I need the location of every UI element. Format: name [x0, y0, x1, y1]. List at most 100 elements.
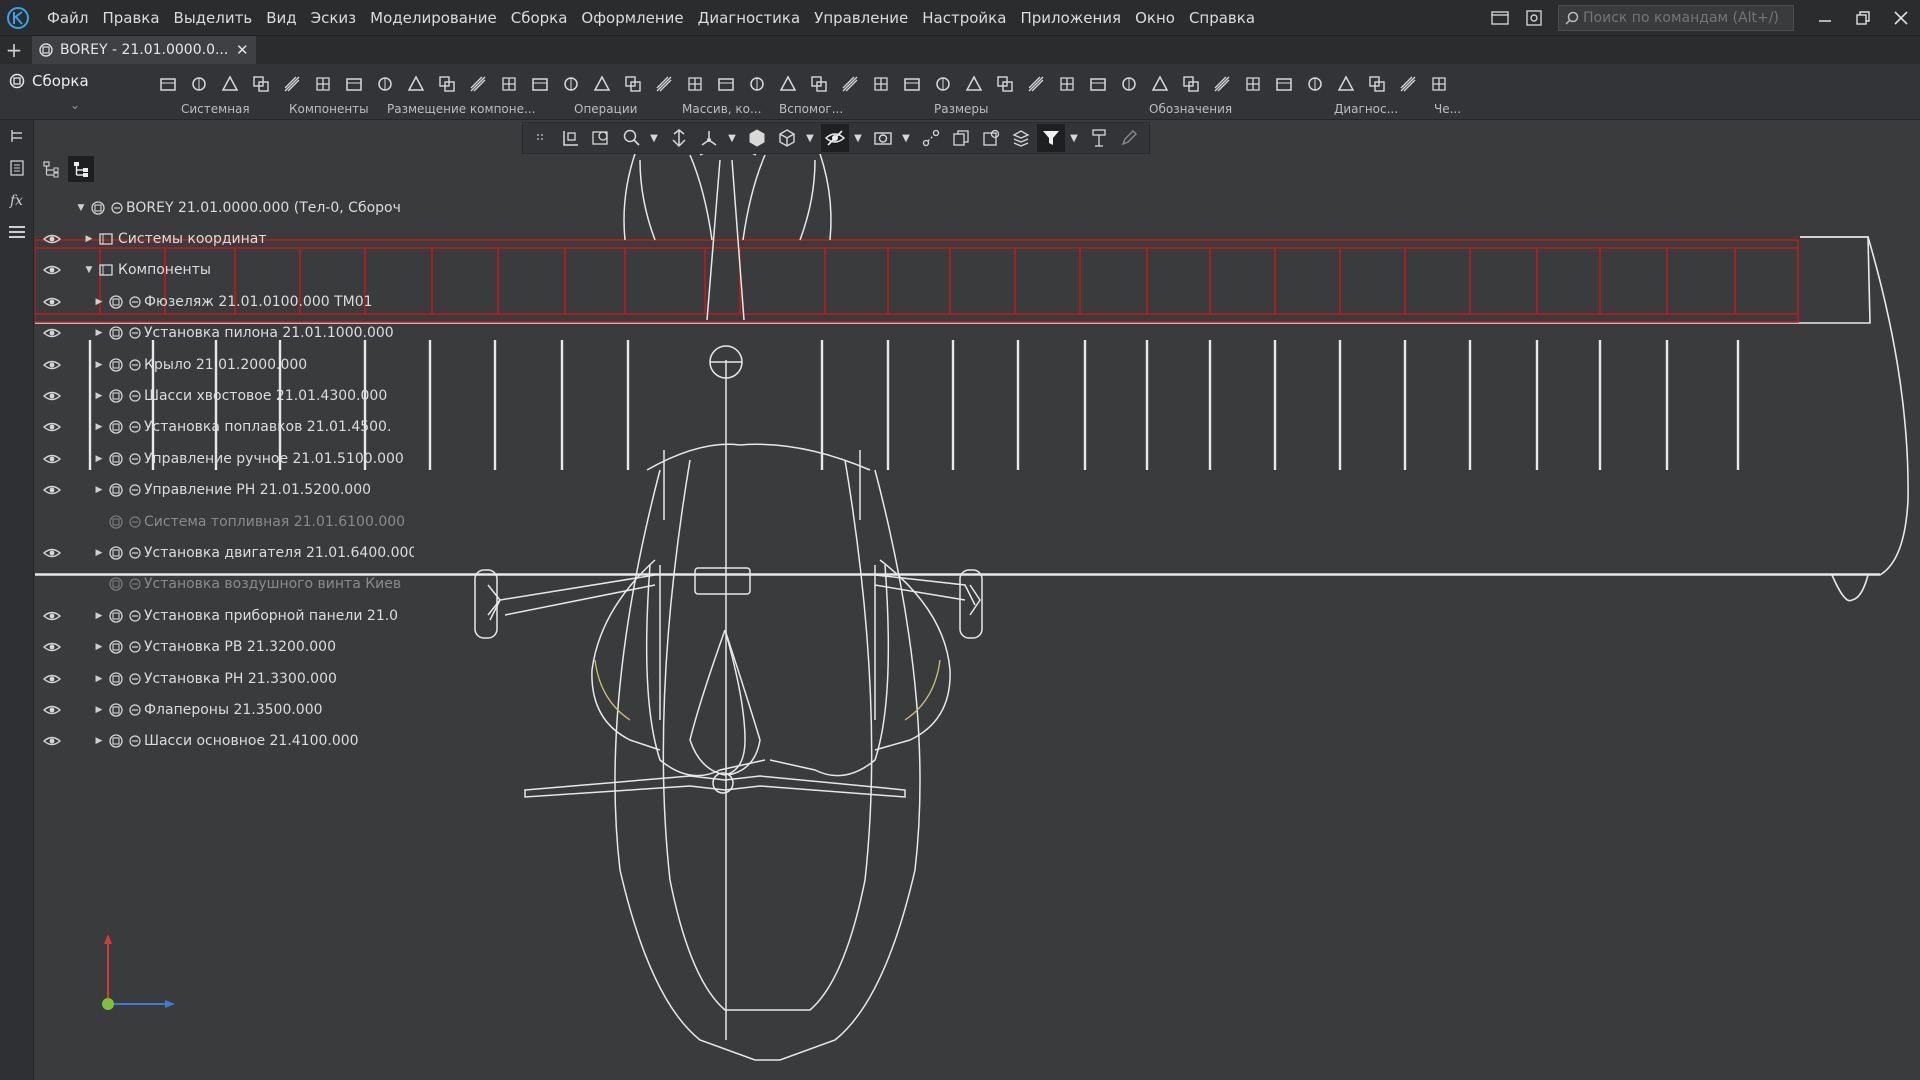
rotate-component-icon[interactable]	[464, 70, 492, 98]
undo-icon[interactable]	[216, 70, 244, 98]
visibility-eye-icon[interactable]	[42, 703, 62, 717]
collapse-arrow-icon[interactable]: ▼	[84, 265, 94, 275]
kompas-logo-icon[interactable]	[4, 4, 32, 32]
mass-properties-icon[interactable]	[1270, 70, 1298, 98]
tree-node[interactable]: Установка воздушного винта Киев	[38, 569, 418, 600]
model-tree-panel-icon[interactable]	[0, 120, 34, 152]
tree-node[interactable]: ▶ Управление ручное 21.01.5100.000	[38, 443, 418, 474]
check-icon[interactable]	[1208, 70, 1236, 98]
visibility-eye-icon[interactable]	[42, 263, 62, 277]
tree-node[interactable]: Система топливная 21.01.6100.000	[38, 506, 418, 537]
ribbon-group-label[interactable]: Компоненты	[289, 102, 369, 116]
add-component-icon[interactable]	[278, 70, 306, 98]
menu-item[interactable]: Окно	[1128, 0, 1182, 36]
sketch-icon[interactable]	[836, 70, 864, 98]
close-window-button[interactable]	[1882, 0, 1920, 36]
menu-item[interactable]: Сборка	[504, 0, 575, 36]
camera-dropdown-icon[interactable]: ▼	[899, 124, 913, 152]
menu-item[interactable]: Оформление	[574, 0, 690, 36]
visibility-eye-icon[interactable]	[42, 232, 62, 246]
datum-icon[interactable]	[1053, 70, 1081, 98]
spec-icon[interactable]	[1394, 70, 1422, 98]
tree-structure-tab-icon[interactable]	[38, 156, 64, 182]
bom-icon[interactable]	[1363, 70, 1391, 98]
visibility-eye-icon[interactable]	[42, 483, 62, 497]
radius-dimension-icon[interactable]	[929, 70, 957, 98]
extrude-icon[interactable]	[526, 70, 554, 98]
pattern-icon[interactable]	[650, 70, 678, 98]
mate-icon[interactable]	[402, 70, 430, 98]
hide-show-eye-icon[interactable]	[821, 124, 849, 152]
visibility-eye-icon[interactable]	[42, 609, 62, 623]
zoom-window-icon[interactable]	[587, 124, 615, 152]
shaded-display-icon[interactable]	[743, 124, 771, 152]
expand-arrow-icon[interactable]: ▶	[94, 391, 104, 401]
add-from-file-icon[interactable]	[309, 70, 337, 98]
visibility-eye-icon[interactable]	[42, 389, 62, 403]
interference-icon[interactable]	[1239, 70, 1267, 98]
fix-component-icon[interactable]	[495, 70, 523, 98]
camera-view-icon[interactable]	[869, 124, 897, 152]
pan-icon[interactable]	[665, 124, 693, 152]
command-search-box[interactable]	[1558, 5, 1794, 31]
menu-item[interactable]: Файл	[40, 0, 95, 36]
menu-item[interactable]: Справка	[1182, 0, 1262, 36]
ribbon-group-label[interactable]: Обозначения	[1149, 102, 1232, 116]
expand-arrow-icon[interactable]: ▶	[94, 611, 104, 621]
wireframe-display-icon[interactable]	[773, 124, 801, 152]
tree-node[interactable]: ▶ Фюзеляж 21.01.0100.000 ТМ01	[38, 286, 418, 317]
menu-item[interactable]: Вид	[259, 0, 303, 36]
tree-node[interactable]: ▼ BOREY 21.01.0000.000 (Тел-0, Сбороч	[38, 192, 418, 223]
base-icon[interactable]	[1146, 70, 1174, 98]
shell-icon[interactable]	[588, 70, 616, 98]
expand-arrow-icon[interactable]: ▶	[94, 422, 104, 432]
chevron-down-icon[interactable]: ⌄	[0, 98, 150, 112]
drawing-icon[interactable]	[1332, 70, 1360, 98]
layers-stack-icon[interactable]	[1007, 124, 1035, 152]
create-component-icon[interactable]	[340, 70, 368, 98]
menu-item[interactable]: Эскиз	[304, 0, 364, 36]
filter-dropdown-icon[interactable]: ▼	[1067, 124, 1081, 152]
toolbar-grip-icon[interactable]	[527, 124, 555, 152]
point-icon[interactable]	[805, 70, 833, 98]
settings-gear-icon[interactable]	[1520, 4, 1548, 32]
component-visibility-icon[interactable]	[977, 124, 1005, 152]
tree-node[interactable]: ▶ Шасси основное 21.4100.000	[38, 726, 418, 757]
menu-item[interactable]: Выделить	[167, 0, 260, 36]
visibility-eye-icon[interactable]	[42, 326, 62, 340]
command-search-input[interactable]	[1583, 10, 1783, 26]
zoom-icon[interactable]	[617, 124, 645, 152]
tree-node[interactable]: ▶ Установка поплавков 21.01.4500.	[38, 412, 418, 443]
expand-arrow-icon[interactable]: ▶	[84, 234, 94, 244]
tree-node[interactable]: ▶ Крыло 21.01.2000.000	[38, 349, 418, 380]
filter-icon[interactable]	[1037, 124, 1065, 152]
pin-icon[interactable]	[1425, 70, 1453, 98]
mark-icon[interactable]	[1177, 70, 1205, 98]
ribbon-group-label[interactable]: Операции	[574, 102, 637, 116]
document-tab[interactable]: BOREY - 21.01.0000.0... ✕	[32, 36, 257, 64]
ribbon-group-label[interactable]: Диагнос...	[1334, 102, 1398, 116]
ribbon-group-label[interactable]: Размеры	[934, 102, 989, 116]
tree-node[interactable]: ▶ Флапероны 21.3500.000	[38, 694, 418, 725]
redo-icon[interactable]	[247, 70, 275, 98]
mirror-icon[interactable]	[681, 70, 709, 98]
fillet-icon[interactable]	[619, 70, 647, 98]
tree-node[interactable]: ▶ Системы координат	[38, 223, 418, 254]
expand-arrow-icon[interactable]: ▶	[94, 736, 104, 746]
visibility-eye-icon[interactable]	[42, 672, 62, 686]
explode-view-icon[interactable]	[947, 124, 975, 152]
angle-dimension-icon[interactable]	[898, 70, 926, 98]
menu-item[interactable]: Моделирование	[363, 0, 504, 36]
visibility-eye-icon[interactable]	[42, 546, 62, 560]
expand-arrow-icon[interactable]: ▶	[94, 297, 104, 307]
ribbon-group-label[interactable]: Массив, ко...	[682, 102, 761, 116]
hole-icon[interactable]	[557, 70, 585, 98]
close-tab-icon[interactable]: ✕	[234, 41, 250, 59]
expand-arrow-icon[interactable]: ▶	[94, 454, 104, 464]
ribbon-group-label[interactable]: Че...	[1434, 102, 1461, 116]
expand-arrow-icon[interactable]: ▶	[94, 328, 104, 338]
restore-button[interactable]	[1844, 0, 1882, 36]
collapse-arrow-icon[interactable]: ▼	[76, 203, 86, 213]
expand-arrow-icon[interactable]: ▶	[94, 674, 104, 684]
layers-menu-icon[interactable]	[0, 216, 34, 248]
